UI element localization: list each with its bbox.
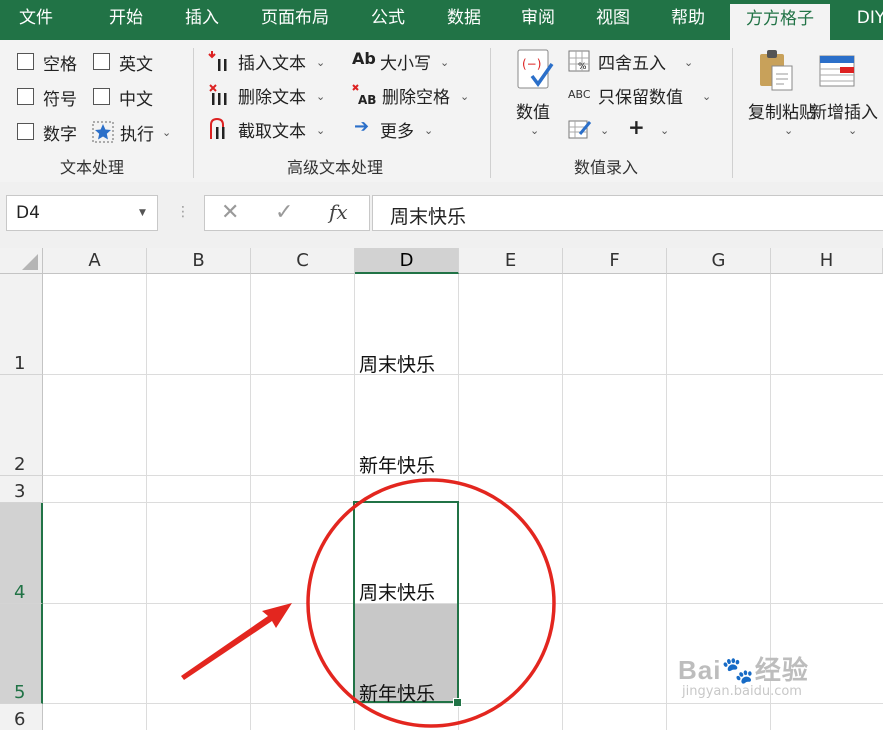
watermark-url: jingyan.baidu.com bbox=[682, 684, 802, 699]
highlight-circle bbox=[306, 478, 556, 728]
annotation-overlay bbox=[181, 478, 556, 728]
red-arrow bbox=[181, 603, 292, 680]
watermark-logo: Bai🐾经验 bbox=[678, 655, 809, 685]
